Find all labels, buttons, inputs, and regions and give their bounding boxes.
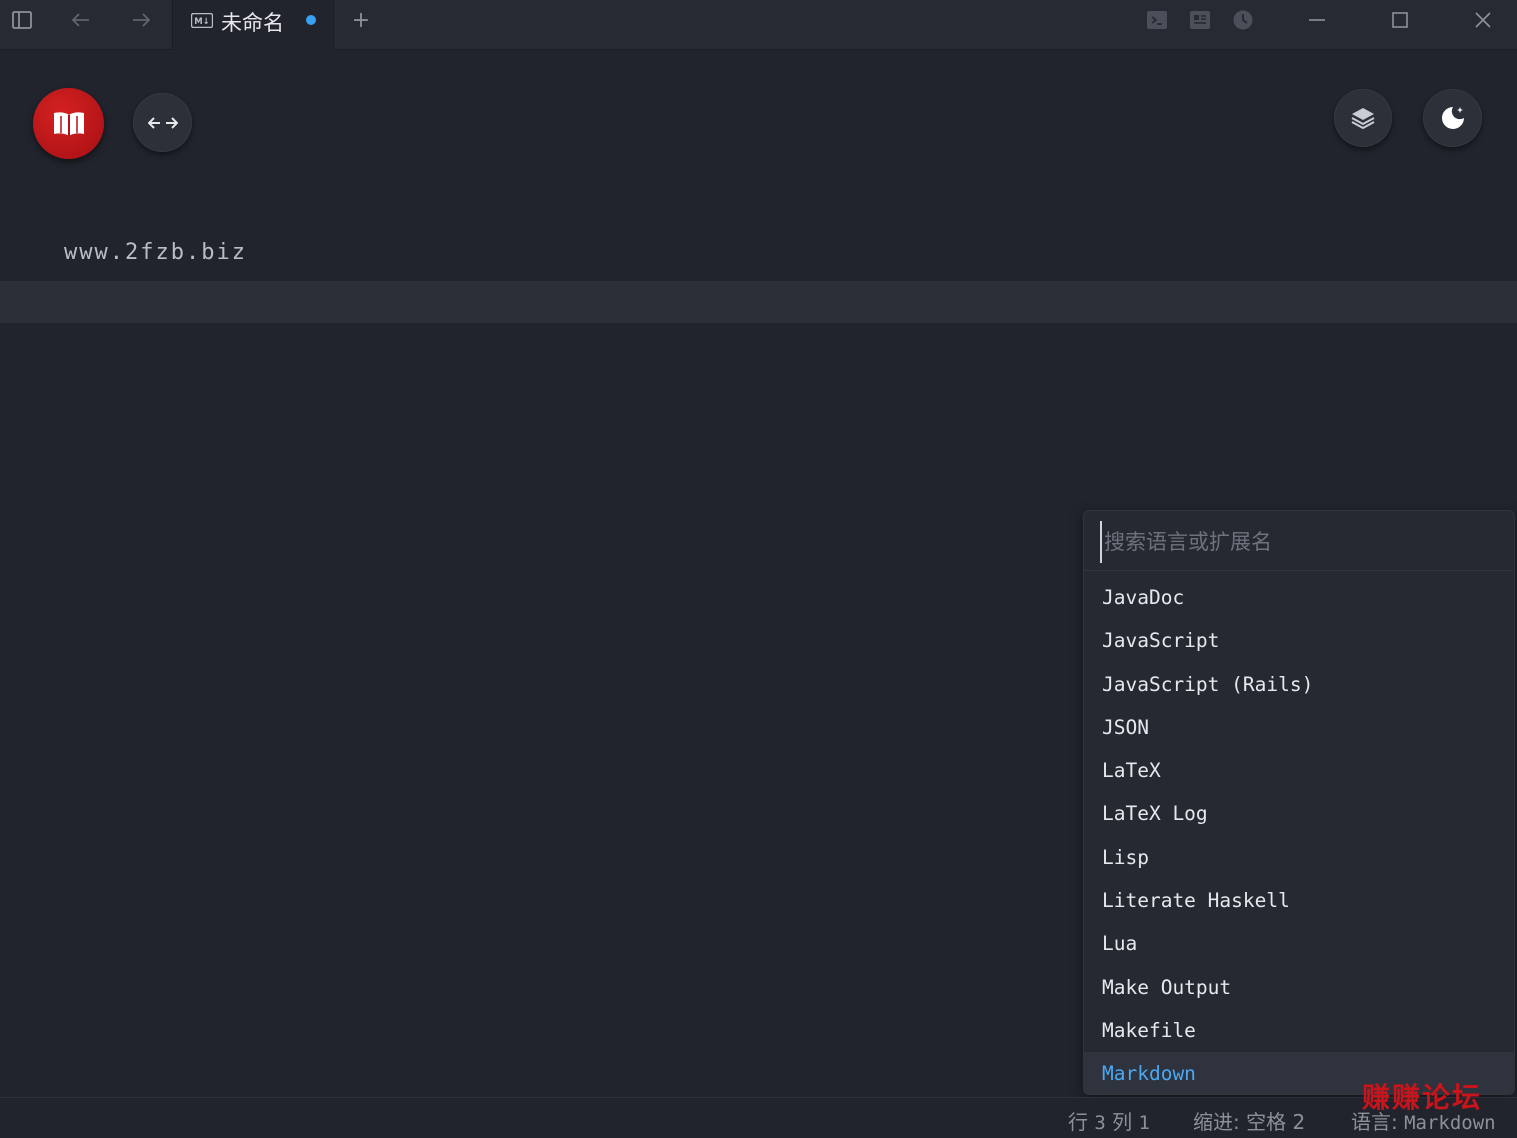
language-list: JavaDoc JavaScript JavaScript (Rails) JS… [1084, 576, 1514, 1094]
language-item-javadoc[interactable]: JavaDoc [1084, 576, 1514, 619]
new-tab-button[interactable]: + [346, 4, 376, 38]
language-item-json[interactable]: JSON [1084, 706, 1514, 749]
language-picker: JavaDoc JavaScript JavaScript (Rails) JS… [1083, 510, 1515, 1095]
indent-setting[interactable]: 缩进: 空格 2 [1193, 1106, 1305, 1135]
row-value: 3 [1094, 1112, 1106, 1134]
back-arrow-icon [72, 13, 89, 27]
reading-mode-button[interactable] [33, 88, 104, 159]
language-item-lisp[interactable]: Lisp [1084, 836, 1514, 879]
language-search-input[interactable] [1100, 521, 1504, 563]
tab-title: 未命名 [221, 11, 284, 35]
language-item-makefile[interactable]: Makefile [1084, 1009, 1514, 1052]
minimize-icon [1309, 19, 1325, 21]
language-item-javascript-rails[interactable]: JavaScript (Rails) [1084, 663, 1514, 706]
minimize-button[interactable] [1293, 0, 1341, 40]
language-item-lua[interactable]: Lua [1084, 922, 1514, 965]
col-value: 1 [1138, 1112, 1150, 1134]
layers-icon [1351, 108, 1375, 130]
indent-label: 缩进: [1193, 1110, 1240, 1134]
language-item-make-output[interactable]: Make Output [1084, 966, 1514, 1009]
preview-button[interactable] [1190, 10, 1210, 30]
book-icon [53, 111, 84, 136]
maximize-button[interactable] [1376, 0, 1424, 40]
row-label: 行 [1068, 1110, 1088, 1134]
forward-arrow-icon [133, 13, 150, 27]
history-button[interactable] [1233, 10, 1253, 30]
status-bar: 行 3 列 1 缩进: 空格 2 语言: Markdown [0, 1097, 1517, 1138]
markdown-file-icon: M↓ [191, 13, 213, 28]
terminal-button[interactable] [1147, 10, 1167, 30]
col-label: 列 [1112, 1110, 1133, 1134]
language-item-javascript[interactable]: JavaScript [1084, 619, 1514, 662]
cursor-position[interactable]: 行 3 列 1 [1068, 1106, 1150, 1135]
forward-button[interactable] [121, 0, 161, 40]
editor-line-text[interactable]: www.2fzb.biz [64, 240, 247, 265]
terminal-icon [1147, 11, 1167, 29]
current-line-highlight[interactable] [0, 281, 1517, 323]
maximize-icon [1392, 12, 1408, 28]
indent-value: 空格 2 [1246, 1110, 1306, 1134]
theme-moon-icon [1441, 107, 1464, 129]
unsaved-indicator [306, 15, 316, 25]
back-button[interactable] [61, 0, 101, 40]
language-item-literate-haskell[interactable]: Literate Haskell [1084, 879, 1514, 922]
close-window-button[interactable] [1459, 0, 1507, 40]
markdown-badge-text: M↓ [194, 17, 210, 27]
layers-button[interactable] [1334, 89, 1392, 147]
sidebar-toggle-button[interactable] [2, 0, 42, 40]
toggle-width-button[interactable] [133, 93, 192, 152]
language-search-bar [1084, 511, 1514, 571]
language-item-latex[interactable]: LaTeX [1084, 749, 1514, 792]
title-bar: M↓ 未命名 + [0, 0, 1517, 50]
theme-toggle-button[interactable] [1423, 89, 1482, 147]
preview-icon [1190, 11, 1210, 29]
swap-arrows-icon [147, 116, 178, 129]
history-icon [1233, 10, 1253, 30]
tab-untitled[interactable]: M↓ 未命名 [172, 0, 334, 50]
language-item-latex-log[interactable]: LaTeX Log [1084, 792, 1514, 835]
watermark: 赚赚论坛 [1362, 1081, 1483, 1114]
sidebar-toggle-icon [12, 11, 32, 29]
close-icon [1475, 12, 1491, 28]
